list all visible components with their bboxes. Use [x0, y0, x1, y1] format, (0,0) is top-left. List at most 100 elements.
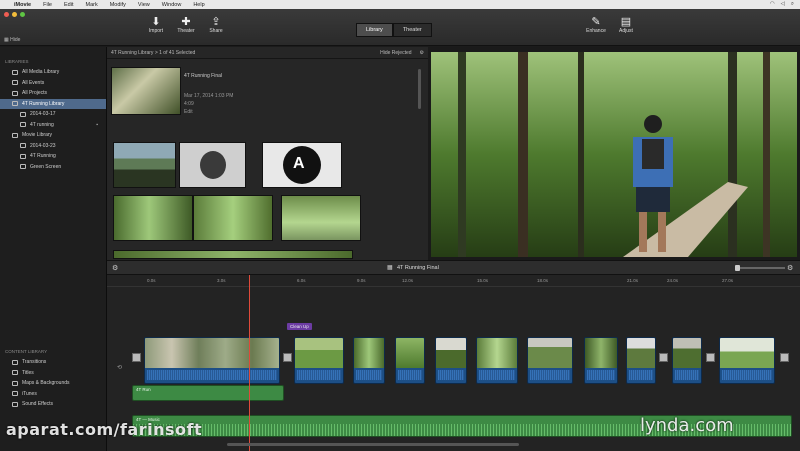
sidebar-item-label: Movie Library [22, 132, 53, 139]
sidebar-item[interactable]: All Media Library [0, 67, 106, 78]
sidebar-item[interactable]: Green Screen [0, 162, 106, 173]
library-icon [20, 153, 26, 159]
content-item[interactable]: Titles [0, 368, 107, 379]
sidebar-item[interactable]: 4T running ▪ [0, 120, 106, 131]
adjust-button[interactable]: ▤ Adjust [612, 16, 640, 34]
content-icon [12, 401, 18, 407]
title-clip[interactable]: Clean Up [287, 323, 312, 330]
video-clip[interactable] [435, 337, 467, 384]
window-controls [4, 12, 25, 17]
content-item[interactable]: Transitions [0, 357, 107, 368]
tab-theater[interactable]: Theater [392, 23, 432, 37]
enhance-label: Enhance [586, 28, 606, 34]
video-clip[interactable] [353, 337, 385, 384]
menu-modify[interactable]: Modify [110, 2, 126, 8]
zoom-window-button[interactable] [20, 12, 25, 17]
browser-scrollbar[interactable] [418, 69, 421, 109]
volume-icon[interactable]: ◁ [781, 1, 785, 8]
viewer[interactable] [428, 47, 800, 260]
filter-dropdown[interactable]: Hide Rejected [380, 50, 411, 56]
sidebar-item[interactable]: 4T Running [0, 151, 106, 162]
timeline-scrollbar[interactable] [227, 443, 519, 446]
clip-thumbnail[interactable] [113, 250, 353, 259]
timeline-settings-icon[interactable]: ⚙ [787, 264, 793, 272]
video-clip[interactable] [719, 337, 775, 384]
menu-file[interactable]: File [43, 2, 52, 8]
tab-library[interactable]: Library [356, 23, 393, 37]
tick-label: 0.0s [147, 278, 156, 283]
sidebar-item[interactable]: Movie Library [0, 130, 106, 141]
sidebar-item-label: 4T running [30, 121, 54, 128]
sidebar-item-label: 2014-03-23 [30, 142, 56, 149]
tick-label: 15.0s [477, 278, 489, 283]
clip-thumbnail[interactable] [281, 195, 361, 241]
video-clip[interactable] [294, 337, 344, 384]
enhance-button[interactable]: ✎ Enhance [582, 16, 610, 34]
content-item[interactable]: iTunes [0, 389, 107, 400]
library-icon [20, 122, 26, 128]
menu-edit[interactable]: Edit [64, 2, 73, 8]
video-clip[interactable] [527, 337, 573, 384]
video-clip[interactable] [584, 337, 618, 384]
event-browser: 4T Running Library > 1 of 41 Selected Hi… [107, 47, 428, 260]
content-item[interactable]: Maps & Backgrounds [0, 378, 107, 389]
menu-window[interactable]: Window [162, 2, 182, 8]
video-clip[interactable] [476, 337, 518, 384]
transition-marker[interactable] [283, 353, 292, 362]
clip-thumbnail[interactable]: A [262, 142, 342, 188]
minimize-window-button[interactable] [12, 12, 17, 17]
content-item[interactable]: Sound Effects [0, 399, 107, 410]
transition-marker[interactable] [706, 353, 715, 362]
video-clip[interactable] [672, 337, 702, 384]
project-thumbnail[interactable] [111, 67, 181, 115]
playhead[interactable] [249, 275, 250, 451]
settings-gear-icon[interactable]: ⚙ [420, 50, 424, 56]
hide-libraries-button[interactable]: ▦ Hide [4, 37, 20, 43]
content-icon [12, 380, 18, 386]
transition-marker[interactable] [659, 353, 668, 362]
zoom-slider-knob[interactable] [735, 265, 740, 271]
content-item-label: Titles [22, 369, 34, 376]
sidebar-item[interactable]: All Events [0, 78, 106, 89]
theater-button[interactable]: ✚ Theater [172, 16, 200, 34]
sidebar-item[interactable]: All Projects [0, 88, 106, 99]
video-clip[interactable] [144, 337, 280, 384]
bg-music-label: 4T Run [136, 387, 151, 392]
clip-thumbnail[interactable] [193, 195, 273, 241]
menu-help[interactable]: Help [193, 2, 204, 8]
video-clip[interactable] [395, 337, 425, 384]
clip-thumbnail[interactable] [113, 142, 176, 188]
tick-label: 18.0s [537, 278, 549, 283]
library-icon [12, 69, 18, 75]
library-breadcrumb: 4T Running Library > 1 of 41 Selected [111, 49, 196, 56]
wifi-icon[interactable]: ◠ [770, 1, 775, 8]
zoom-slider[interactable] [735, 265, 785, 271]
menu-view[interactable]: View [138, 2, 150, 8]
libraries-header: LIBRARIES [5, 59, 29, 64]
import-button[interactable]: ⬇ Import [142, 16, 170, 34]
transition-marker[interactable] [132, 353, 141, 362]
share-button[interactable]: ⇪ Share [202, 16, 230, 34]
bg-music-track[interactable]: 4T Run [132, 385, 284, 401]
timeline-ruler: 0.0s 3.0s 6.0s 9.0s 12.0s 15.0s 18.0s 21… [107, 275, 800, 287]
libraries-sidebar: LIBRARIES All Media Library All Events All… [0, 47, 107, 451]
status-badge: ▪ [96, 121, 98, 128]
sidebar-item[interactable]: 4T Running Library [0, 98, 106, 109]
clip-thumbnail[interactable] [113, 195, 193, 241]
theater-icon: ✚ [181, 16, 191, 28]
sidebar-item[interactable]: 2014-03-17 [0, 109, 106, 120]
sidebar-item[interactable]: 2014-03-23 [0, 141, 106, 152]
menu-mark[interactable]: Mark [85, 2, 97, 8]
project-title: 4T Running Final [184, 73, 222, 79]
clip-thumbnail[interactable] [179, 142, 246, 188]
close-window-button[interactable] [4, 12, 9, 17]
content-icon [12, 391, 18, 397]
menu-app[interactable]: iMovie [14, 2, 31, 8]
settings-icon[interactable]: ⚙ [112, 264, 118, 272]
content-list: Transitions Titles Maps & Backgrounds iTune… [0, 357, 107, 410]
transition-marker[interactable] [780, 353, 789, 362]
video-clip[interactable] [626, 337, 656, 384]
share-label: Share [209, 28, 223, 34]
search-icon[interactable]: ⌕ [791, 1, 794, 8]
project-edit[interactable]: Edit [184, 108, 233, 116]
